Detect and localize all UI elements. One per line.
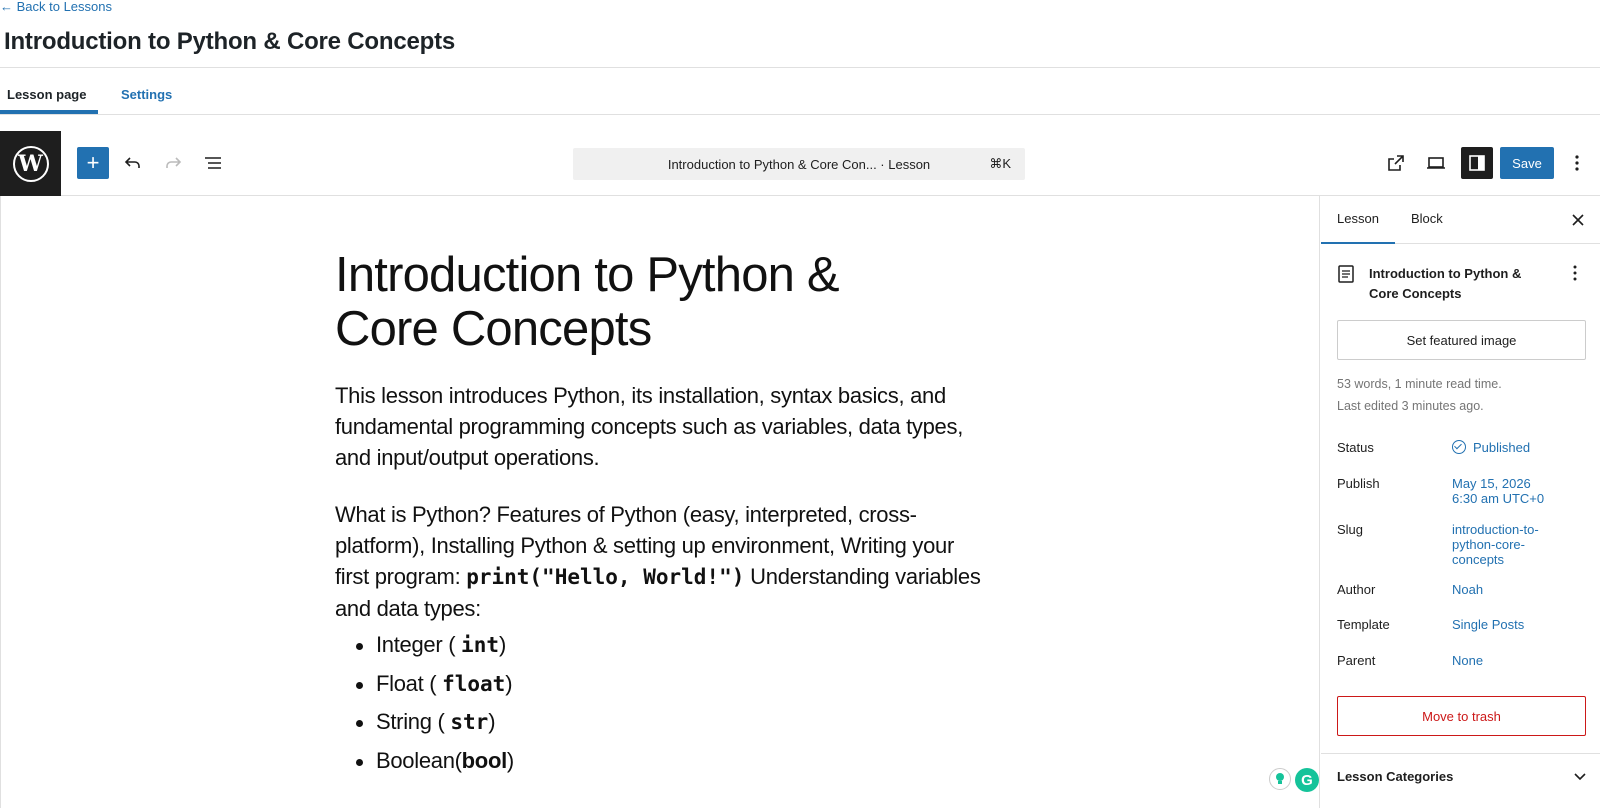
slug-value[interactable]: introduction-to-python-core-concepts: [1452, 522, 1539, 567]
lesson-categories-label: Lesson Categories: [1337, 769, 1454, 784]
parent-value[interactable]: None: [1452, 653, 1483, 668]
page-tabs: Lesson page Settings: [0, 68, 179, 114]
editor-canvas: Introduction to Python & Core Concepts T…: [0, 196, 1320, 808]
publish-time: 6:30 am UTC+0: [1452, 491, 1545, 506]
list-item-text: ): [488, 709, 496, 734]
options-menu-button[interactable]: [1562, 147, 1592, 179]
grammarly-widget[interactable]: G: [1269, 768, 1319, 792]
paragraph-block[interactable]: This lesson introduces Python, its insta…: [335, 380, 985, 473]
status-label: Status: [1337, 440, 1374, 455]
list-item-text: ): [498, 632, 507, 657]
redo-icon: [166, 157, 182, 168]
device-preview-button[interactable]: [1420, 147, 1452, 179]
status-value[interactable]: Published: [1452, 440, 1530, 455]
template-value[interactable]: Single Posts: [1452, 617, 1524, 632]
sidebar-icon: [1469, 155, 1485, 171]
inline-code: int: [461, 633, 499, 657]
status-text: Published: [1473, 440, 1531, 455]
paragraph-block[interactable]: What is Python? Features of Python (easy…: [335, 499, 985, 624]
slug-text: concepts: [1452, 552, 1505, 567]
list-item-text: ): [505, 670, 513, 696]
post-title[interactable]: Introduction to Python & Core Concepts: [335, 248, 935, 356]
list-view-icon: [205, 157, 221, 169]
external-link-icon: [1388, 155, 1404, 171]
more-vertical-icon: [1575, 155, 1579, 171]
publish-label: Publish: [1337, 476, 1380, 491]
page-title: Introduction to Python & Core Concepts: [4, 28, 456, 55]
desktop-icon: [1427, 157, 1445, 169]
template-label: Template: [1337, 617, 1390, 632]
list-item: Float ( float): [356, 665, 514, 704]
author-value[interactable]: Noah: [1452, 582, 1483, 597]
tab-settings[interactable]: Settings: [114, 68, 179, 114]
wordpress-logo-icon: W: [12, 145, 49, 182]
plus-icon: +: [86, 150, 100, 175]
set-featured-image-button[interactable]: Set featured image: [1337, 320, 1586, 360]
save-button[interactable]: Save: [1500, 147, 1554, 179]
header-divider: [0, 67, 1600, 68]
list-item-text: Float (: [376, 670, 443, 696]
move-to-trash-button[interactable]: Move to trash: [1337, 696, 1586, 736]
publish-date-value[interactable]: May 15, 2026 6:30 am UTC+0: [1452, 476, 1544, 506]
add-block-button[interactable]: +: [77, 147, 109, 179]
editor-toolbar: W + Introduction to Python & Core Con...…: [0, 131, 1600, 196]
undo-button[interactable]: [117, 147, 149, 179]
settings-sidebar: Lesson Block Introduction to Python & Co…: [1321, 196, 1600, 808]
document-title: Introduction to Python & Core Concepts: [1369, 266, 1522, 301]
slug-label: Slug: [1337, 522, 1364, 537]
list-item-text: Boolean(: [376, 747, 462, 773]
chevron-down-icon: [1574, 773, 1586, 781]
publish-date: May 15, 2026: [1452, 476, 1531, 491]
published-check-icon: [1452, 440, 1466, 454]
command-palette-bar[interactable]: Introduction to Python & Core Con... · L…: [573, 148, 1025, 180]
lesson-categories-panel-toggle[interactable]: Lesson Categories: [1337, 769, 1587, 784]
redo-button[interactable]: [157, 147, 189, 179]
undo-icon: [124, 157, 140, 168]
inline-code: str: [450, 710, 489, 734]
tabs-divider: [0, 114, 1600, 115]
sidebar-tab-block[interactable]: Block: [1395, 196, 1459, 244]
author-label: Author: [1337, 582, 1376, 597]
list-item: Boolean(bool): [356, 742, 514, 781]
view-post-button[interactable]: [1380, 147, 1412, 179]
last-edited: Last edited 3 minutes ago.: [1337, 399, 1484, 413]
inline-code: print("Hello, World!"): [466, 565, 745, 589]
document-icon: [1338, 265, 1354, 283]
grammarly-icon[interactable]: G: [1295, 768, 1319, 792]
sidebar-tabs: Lesson Block: [1321, 196, 1600, 244]
close-icon: [1572, 214, 1584, 226]
list-item: String ( str): [356, 703, 514, 742]
panel-divider: [1321, 753, 1600, 754]
bold-text: bool: [461, 747, 508, 773]
sidebar-tab-lesson[interactable]: Lesson: [1321, 196, 1395, 244]
back-to-lessons-link[interactable]: ← Back to Lessons: [0, 0, 112, 14]
parent-label: Parent: [1337, 653, 1376, 668]
list-item-text: Integer (: [376, 632, 462, 657]
command-shortcut: ⌘K: [989, 156, 1011, 171]
wordpress-logo-button[interactable]: W: [0, 131, 61, 196]
list-item: Integer ( int): [356, 626, 514, 665]
list-item-text: ): [506, 747, 514, 773]
list-item-text: String (: [376, 709, 451, 734]
inline-code: float: [442, 671, 506, 696]
command-bar-title: Introduction to Python & Core Con... · L…: [667, 156, 931, 172]
settings-sidebar-toggle[interactable]: [1461, 147, 1493, 179]
close-sidebar-button[interactable]: [1568, 210, 1588, 230]
slug-text: introduction-to-: [1452, 522, 1539, 537]
more-vertical-icon[interactable]: [1572, 264, 1578, 282]
word-count: 53 words, 1 minute read time.: [1337, 377, 1502, 391]
slug-text: python-core-: [1452, 537, 1525, 552]
document-overview-button[interactable]: [197, 147, 229, 179]
lightbulb-icon[interactable]: [1269, 768, 1291, 790]
tab-lesson-page[interactable]: Lesson page: [0, 68, 98, 114]
list-block[interactable]: Integer ( int) Float ( float) String ( s…: [356, 626, 514, 780]
